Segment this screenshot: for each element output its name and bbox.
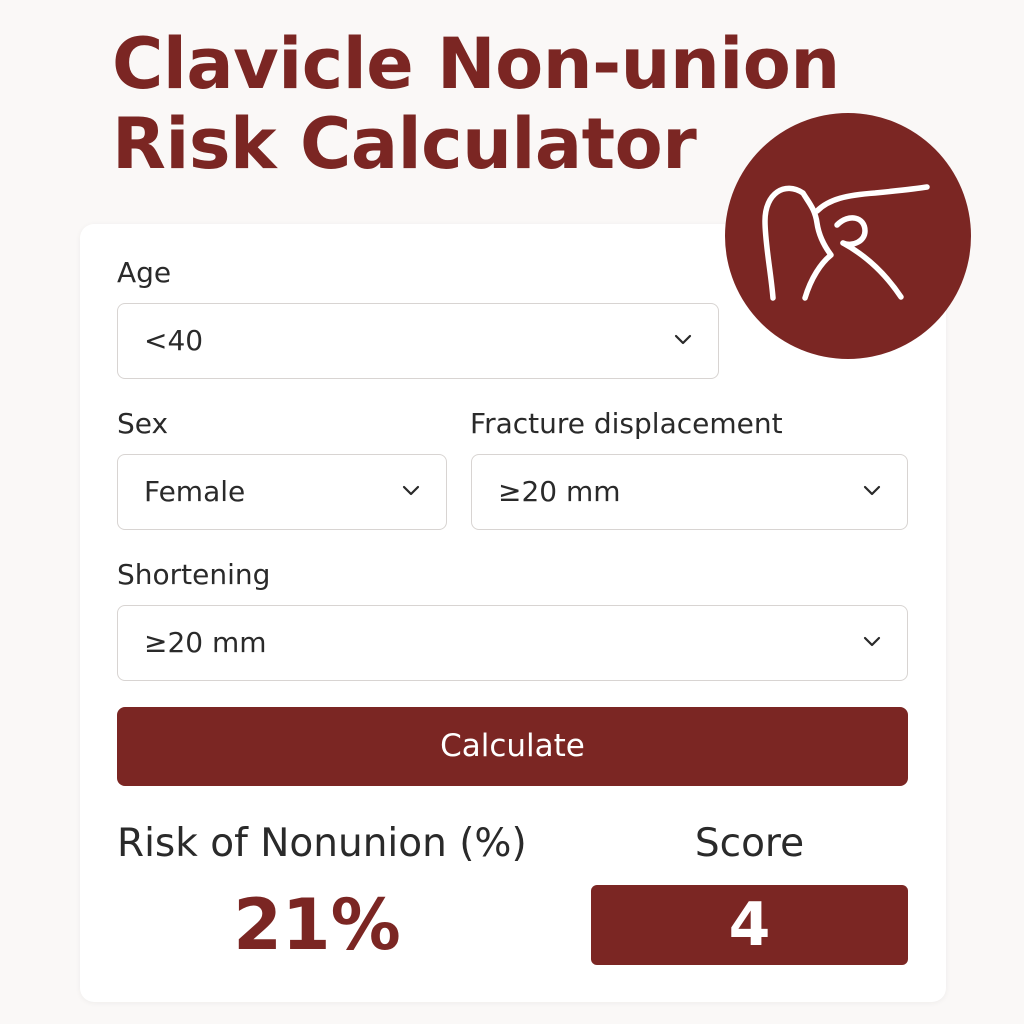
risk-value: 21%	[233, 884, 401, 966]
calculate-button[interactable]: Calculate	[117, 707, 908, 786]
score-value: 4	[591, 885, 908, 965]
age-select-value: <40	[144, 324, 204, 357]
chevron-down-icon	[402, 485, 420, 496]
shoulder-joint-icon	[762, 184, 930, 301]
displacement-label: Fracture displacement	[470, 407, 783, 440]
shoulder-emblem	[725, 113, 971, 359]
displacement-select[interactable]: ≥20 mm	[471, 454, 908, 530]
title-line-1: Clavicle Non-union	[112, 23, 840, 105]
shortening-select-value: ≥20 mm	[144, 626, 267, 659]
sex-select[interactable]: Female	[117, 454, 447, 530]
chevron-down-icon	[863, 485, 881, 496]
age-select[interactable]: <40	[117, 303, 719, 379]
chevron-down-icon	[674, 334, 692, 345]
sex-select-value: Female	[144, 475, 246, 508]
chevron-down-icon	[863, 636, 881, 647]
shortening-select[interactable]: ≥20 mm	[117, 605, 908, 681]
age-label: Age	[117, 256, 172, 289]
score-label: Score	[694, 821, 805, 866]
sex-label: Sex	[117, 407, 169, 440]
shortening-label: Shortening	[117, 558, 271, 591]
risk-label: Risk of Nonunion (%)	[117, 821, 527, 866]
displacement-select-value: ≥20 mm	[498, 475, 621, 508]
